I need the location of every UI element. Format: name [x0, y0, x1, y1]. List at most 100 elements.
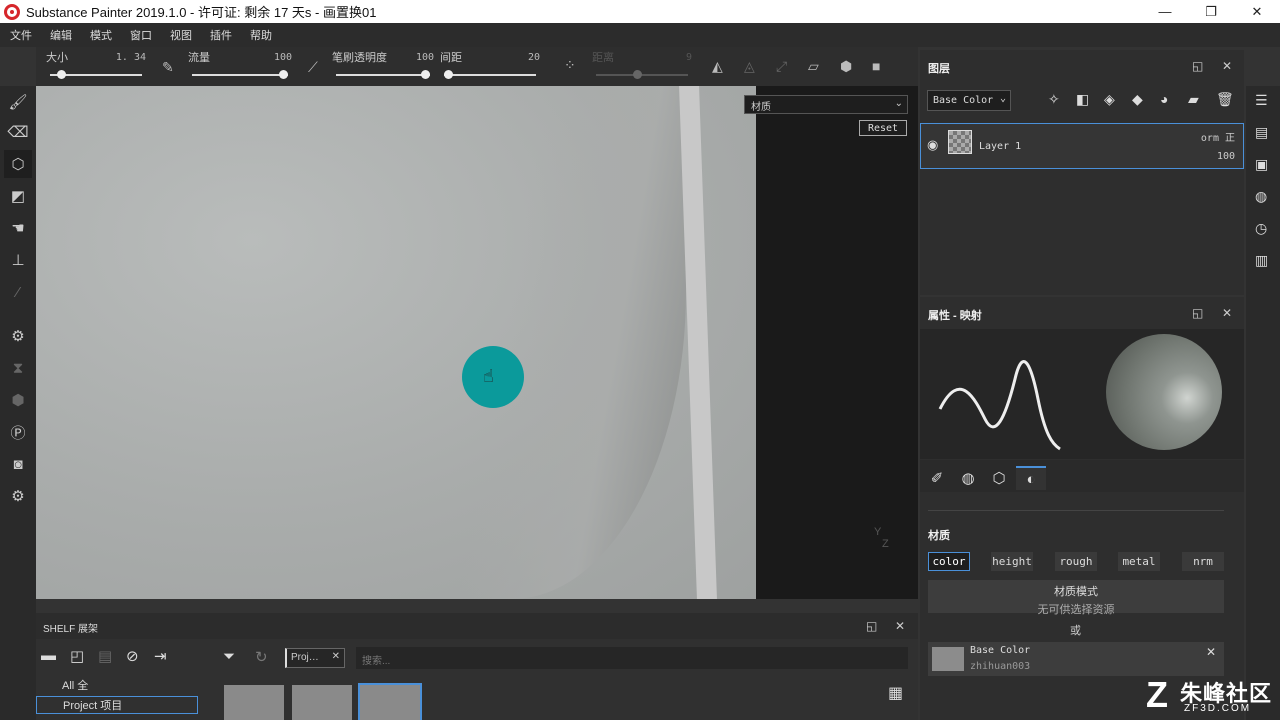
tab-stencil-icon[interactable]: ⬡ — [984, 466, 1014, 490]
base-color-slot[interactable]: Base Color zhihuan003 ✕ — [928, 642, 1224, 676]
shelf-float-icon[interactable]: ◱ — [866, 619, 877, 633]
refresh-icon[interactable]: ↻ — [255, 648, 268, 666]
category-all[interactable]: All 全 — [36, 677, 198, 695]
log-icon[interactable]: ▥ — [1255, 252, 1268, 269]
add-smart-material-icon[interactable]: ◕ — [1160, 91, 1168, 107]
channel-metal-button[interactable]: metal — [1118, 552, 1160, 571]
flow-knob[interactable] — [279, 70, 288, 79]
layer-blend-mode[interactable]: orm 正 — [1201, 129, 1235, 144]
add-effect-icon[interactable]: ✧ — [1048, 91, 1060, 108]
layers-close-icon[interactable]: ✕ — [1222, 59, 1232, 73]
properties-close-icon[interactable]: ✕ — [1222, 306, 1232, 320]
photoshop-export-icon[interactable]: Ⓟ — [8, 422, 28, 442]
shelf-close-icon[interactable]: ✕ — [895, 619, 905, 633]
filter-icon[interactable]: ⏷ — [223, 648, 235, 665]
stroke-pressure-icon[interactable]: ⟋ — [308, 59, 318, 76]
spacing-slider[interactable]: 间距 20 — [440, 49, 540, 83]
plugin-icon[interactable]: ⬢ — [8, 390, 28, 410]
delete-layer-icon[interactable]: 🗑 — [1216, 91, 1234, 108]
flow-slider[interactable]: 流量 100 — [188, 49, 292, 83]
filter-tag[interactable]: Proj… ✕ — [285, 648, 345, 668]
projection-tool-icon[interactable]: ⬡ — [4, 150, 32, 178]
properties-float-icon[interactable]: ◱ — [1192, 306, 1203, 320]
folder-icon[interactable]: ▬ — [41, 647, 56, 664]
add-layer-icon[interactable]: ◈ — [1104, 91, 1115, 108]
flow-value[interactable]: 100 — [274, 52, 292, 63]
paint-brush-icon[interactable]: 🖌 — [8, 92, 28, 112]
shelf-thumbnail[interactable] — [292, 685, 352, 720]
history-icon[interactable]: ◷ — [1255, 220, 1267, 237]
layers-float-icon[interactable]: ◱ — [1192, 59, 1203, 73]
bake-icon[interactable]: ⚙ — [8, 326, 28, 346]
maximize-button[interactable]: ❐ — [1188, 0, 1234, 23]
color-picker-icon[interactable]: ⁄ — [8, 282, 28, 302]
pressure-icon[interactable]: ✎ — [162, 59, 174, 76]
channel-dropdown[interactable]: Base Color ⌄ — [927, 90, 1011, 111]
new-shelf-icon[interactable]: ◰ — [70, 647, 84, 665]
menu-edit[interactable]: 编辑 — [50, 27, 72, 43]
channel-rough-button[interactable]: rough — [1055, 552, 1097, 571]
import-icon[interactable]: ⇥ — [154, 647, 167, 665]
texture-set-icon[interactable]: ▤ — [1255, 124, 1268, 141]
clone-stamp-icon[interactable]: ⊥ — [8, 250, 28, 270]
layer-row[interactable]: ◉ Layer 1 orm 正 100 — [920, 123, 1244, 169]
spacing-knob[interactable] — [444, 70, 453, 79]
size-value[interactable]: 1. 34 — [116, 52, 146, 63]
layer-opacity[interactable]: 100 — [1217, 151, 1235, 162]
iray-icon[interactable]: ⧗ — [8, 358, 28, 378]
menu-view[interactable]: 视图 — [170, 27, 192, 43]
polygon-fill-icon[interactable]: ◩ — [8, 186, 28, 206]
spacing-value[interactable]: 20 — [528, 52, 540, 63]
menu-window[interactable]: 窗口 — [130, 27, 152, 43]
shelf-thumbnail[interactable] — [224, 685, 284, 720]
eraser-icon[interactable]: ⌫ — [7, 122, 28, 142]
material-dropdown[interactable]: 材质 ⌄ — [744, 95, 908, 114]
layer-name[interactable]: Layer 1 — [979, 141, 1021, 152]
size-knob[interactable] — [56, 70, 66, 79]
add-folder-icon[interactable]: ▰ — [1188, 91, 1199, 108]
size-slider[interactable]: 大小 1. 34 — [46, 49, 146, 83]
menu-plugins[interactable]: 插件 — [210, 27, 232, 43]
base-color-swatch[interactable] — [932, 647, 964, 671]
menu-file[interactable]: 文件 — [10, 27, 32, 43]
minimize-button[interactable]: — — [1142, 0, 1188, 23]
grid-view-icon[interactable]: ▦ — [888, 683, 903, 703]
shelf-search-input[interactable]: 搜索... — [356, 647, 908, 669]
settings-gear-icon[interactable]: ⚙ — [8, 486, 28, 506]
visibility-eye-icon[interactable]: ◉ — [927, 137, 938, 153]
camera-icon[interactable]: ■ — [872, 58, 880, 74]
shelf-thumbnail-selected[interactable] — [358, 683, 422, 720]
lazy-mouse-icon[interactable]: ⁘ — [564, 57, 576, 74]
save-shelf-icon[interactable]: ▤ — [98, 647, 112, 665]
material-mode-box[interactable]: 材质模式 无可供选择资源 — [928, 580, 1224, 616]
hide-icon[interactable]: ⊘ — [126, 647, 139, 665]
3d-viewport[interactable]: ☝ 材质 ⌄ Reset Y Z — [36, 86, 918, 599]
shader-settings-icon[interactable]: ◍ — [1255, 188, 1267, 205]
add-mask-icon[interactable]: ◧ — [1076, 91, 1089, 108]
cube-view-icon[interactable]: ⬢ — [840, 58, 852, 75]
close-button[interactable]: ✕ — [1234, 0, 1280, 23]
channel-height-button[interactable]: height — [991, 552, 1033, 571]
stroke-opacity-value[interactable]: 100 — [416, 52, 434, 63]
menu-help[interactable]: 帮助 — [250, 27, 272, 43]
projection-plane-icon[interactable]: ▱ — [808, 58, 819, 75]
transform-icon[interactable]: ⤢ — [776, 58, 787, 75]
screenshot-icon[interactable]: ◙ — [8, 454, 28, 474]
stroke-opacity-slider[interactable]: 笔刷透明度 100 — [332, 49, 434, 83]
tab-material-icon[interactable]: ◐ — [1016, 466, 1046, 490]
stroke-opacity-knob[interactable] — [421, 70, 430, 79]
add-fill-layer-icon[interactable]: ◆ — [1132, 91, 1143, 108]
tab-alpha-icon[interactable]: ◍ — [953, 466, 983, 490]
reset-button[interactable]: Reset — [859, 120, 907, 136]
category-project[interactable]: Project 项目 — [36, 696, 198, 714]
clear-resource-icon[interactable]: ✕ — [1206, 645, 1216, 659]
channel-color-button[interactable]: color — [928, 552, 970, 571]
tab-brush-icon[interactable]: ✐ — [922, 466, 952, 490]
smudge-icon[interactable]: ☚ — [8, 218, 28, 238]
display-settings-icon[interactable]: ▣ — [1255, 156, 1268, 173]
symmetry-settings-icon[interactable]: ◬ — [744, 58, 755, 75]
menu-mode[interactable]: 模式 — [90, 27, 112, 43]
symmetry-icon[interactable]: ◭ — [712, 58, 723, 75]
channel-nrm-button[interactable]: nrm — [1182, 552, 1224, 571]
remove-filter-icon[interactable]: ✕ — [332, 651, 340, 662]
